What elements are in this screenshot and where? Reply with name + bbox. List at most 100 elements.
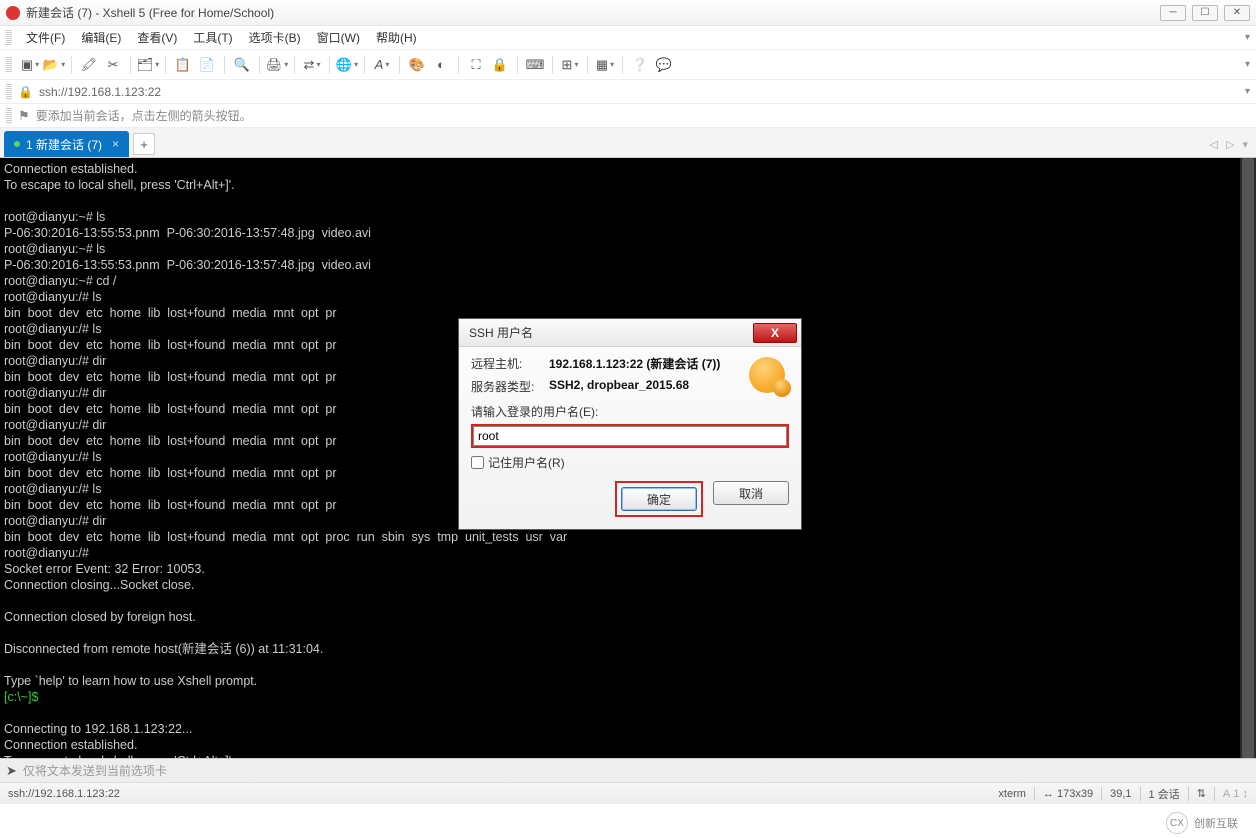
user-icon <box>749 357 785 393</box>
status-transfer-icon: ⇅ <box>1197 787 1206 800</box>
remote-host-label: 远程主机: <box>471 355 549 372</box>
separator <box>165 56 166 74</box>
send-icon[interactable]: ➤ <box>6 763 17 779</box>
ok-button[interactable]: 确定 <box>621 487 697 511</box>
theme-button[interactable]: ◐ <box>431 55 451 75</box>
fullscreen-button[interactable]: ⛶ <box>466 55 486 75</box>
separator <box>622 56 623 74</box>
username-input-highlight <box>471 424 789 448</box>
username-input[interactable] <box>473 426 787 446</box>
copy-button[interactable]: 📋 <box>173 55 193 75</box>
address-bar: 🔒 ssh://192.168.1.123:22 ▾ <box>0 80 1256 104</box>
keyboard-button[interactable]: ⌨ <box>525 55 545 75</box>
menu-view[interactable]: 查看(V) <box>129 29 185 46</box>
properties-button[interactable]: 🗂 <box>138 55 158 75</box>
address-text[interactable]: ssh://192.168.1.123:22 <box>39 85 161 99</box>
status-position: 39,1 <box>1110 788 1131 800</box>
new-session-button[interactable]: ▣ <box>20 55 40 75</box>
grip-icon[interactable] <box>6 108 12 124</box>
dialog-close-button[interactable]: X <box>753 323 797 343</box>
dialog-title: SSH 用户名 <box>469 324 533 341</box>
globe-button[interactable]: 🌐 <box>337 55 357 75</box>
status-size-icon: ↔ <box>1043 788 1054 800</box>
menu-edit[interactable]: 编辑(E) <box>73 29 129 46</box>
compose-bar[interactable]: ➤ 仅将文本发送到当前选项卡 <box>0 758 1256 782</box>
menu-window[interactable]: 窗口(W) <box>309 29 368 46</box>
status-num-icon: 1 <box>1233 788 1239 800</box>
server-type-label: 服务器类型: <box>471 378 549 395</box>
font-button[interactable]: A <box>372 55 392 75</box>
status-scroll-icon: ↕ <box>1243 788 1249 800</box>
remember-username-checkbox[interactable]: 记住用户名(R) <box>471 454 789 471</box>
dialog-titlebar[interactable]: SSH 用户名 X <box>459 319 801 347</box>
status-connection: ssh://192.168.1.123:22 <box>8 788 120 800</box>
tab-close-icon[interactable]: × <box>112 137 119 151</box>
paste-button[interactable]: 📄 <box>197 55 217 75</box>
terminal-scrollbar[interactable] <box>1240 158 1256 758</box>
remember-label: 记住用户名(R) <box>488 454 565 471</box>
print-button[interactable]: 🖨 <box>267 55 287 75</box>
maximize-button[interactable]: ☐ <box>1192 5 1218 21</box>
status-term: xterm <box>998 788 1026 800</box>
disconnect-button[interactable]: ✂ <box>103 55 123 75</box>
remote-host-value: 192.168.1.123:22 (新建会话 (7)) <box>549 355 720 372</box>
separator <box>364 56 365 74</box>
separator <box>294 56 295 74</box>
flag-icon[interactable]: ⚑ <box>18 108 30 124</box>
separator <box>71 56 72 74</box>
layout-button[interactable]: ▦ <box>595 55 615 75</box>
ssh-username-dialog: SSH 用户名 X 远程主机: 192.168.1.123:22 (新建会话 (… <box>458 318 802 530</box>
new-tab-button[interactable]: + <box>133 133 155 155</box>
cancel-button[interactable]: 取消 <box>713 481 789 505</box>
compose-button[interactable]: ⊞ <box>560 55 580 75</box>
separator <box>587 56 588 74</box>
status-size: 173x39 <box>1057 788 1093 800</box>
menu-tools[interactable]: 工具(T) <box>185 29 240 46</box>
grip-icon[interactable] <box>6 57 12 73</box>
tab-next-button[interactable]: ▷ <box>1224 138 1236 151</box>
scrollbar-thumb[interactable] <box>1242 158 1254 758</box>
username-prompt: 请输入登录的用户名(E): <box>471 403 789 420</box>
toolbar-overflow-icon[interactable]: ▾ <box>1245 59 1250 70</box>
separator <box>224 56 225 74</box>
terminal-prompt: [c:\~]$ <box>4 690 38 704</box>
app-icon <box>6 6 20 20</box>
ok-button-highlight: 确定 <box>615 481 703 517</box>
close-button[interactable]: ✕ <box>1224 5 1250 21</box>
status-cap-icon: A <box>1223 788 1230 800</box>
menu-help[interactable]: 帮助(H) <box>368 29 425 46</box>
menu-tabs[interactable]: 选项卡(B) <box>241 29 309 46</box>
separator <box>399 56 400 74</box>
open-session-button[interactable]: 📂 <box>44 55 64 75</box>
tab-list-button[interactable]: ▾ <box>1240 138 1250 151</box>
tab-prev-button[interactable]: ◁ <box>1208 138 1220 151</box>
grip-icon[interactable] <box>6 84 12 100</box>
find-button[interactable]: 🔍 <box>232 55 252 75</box>
reconnect-button[interactable]: 🖍 <box>79 55 99 75</box>
separator <box>458 56 459 74</box>
transfer-button[interactable]: ⇄ <box>302 55 322 75</box>
grip-icon[interactable] <box>6 30 12 46</box>
minimize-button[interactable]: ─ <box>1160 5 1186 21</box>
menu-file[interactable]: 文件(F) <box>18 29 73 46</box>
compose-placeholder: 仅将文本发送到当前选项卡 <box>23 762 167 779</box>
remember-checkbox[interactable] <box>471 456 484 469</box>
server-type-value: SSH2, dropbear_2015.68 <box>549 378 689 395</box>
tab-strip: 1 新建会话 (7) × + ◁ ▷ ▾ <box>0 128 1256 158</box>
terminal-tail: Connecting to 192.168.1.123:22... Connec… <box>4 722 235 758</box>
separator <box>517 56 518 74</box>
tab-label: 1 新建会话 (7) <box>26 136 102 153</box>
window-titlebar: 新建会话 (7) - Xshell 5 (Free for Home/Schoo… <box>0 0 1256 26</box>
help-button[interactable]: ❔ <box>630 55 650 75</box>
watermark-logo-icon: CX <box>1166 812 1188 834</box>
address-dropdown-icon[interactable]: ▾ <box>1245 86 1250 97</box>
session-tab[interactable]: 1 新建会话 (7) × <box>4 131 129 157</box>
lock-button[interactable]: 🔒 <box>490 55 510 75</box>
menu-overflow-icon[interactable]: ▾ <box>1245 32 1250 43</box>
status-sessions: 1 会话 <box>1149 786 1180 802</box>
hint-text: 要添加当前会话，点击左侧的箭头按钮。 <box>36 107 252 124</box>
separator <box>329 56 330 74</box>
status-bar: ssh://192.168.1.123:22 xterm ↔ 173x39 39… <box>0 782 1256 804</box>
color-button[interactable]: 🎨 <box>407 55 427 75</box>
feedback-button[interactable]: 💬 <box>654 55 674 75</box>
